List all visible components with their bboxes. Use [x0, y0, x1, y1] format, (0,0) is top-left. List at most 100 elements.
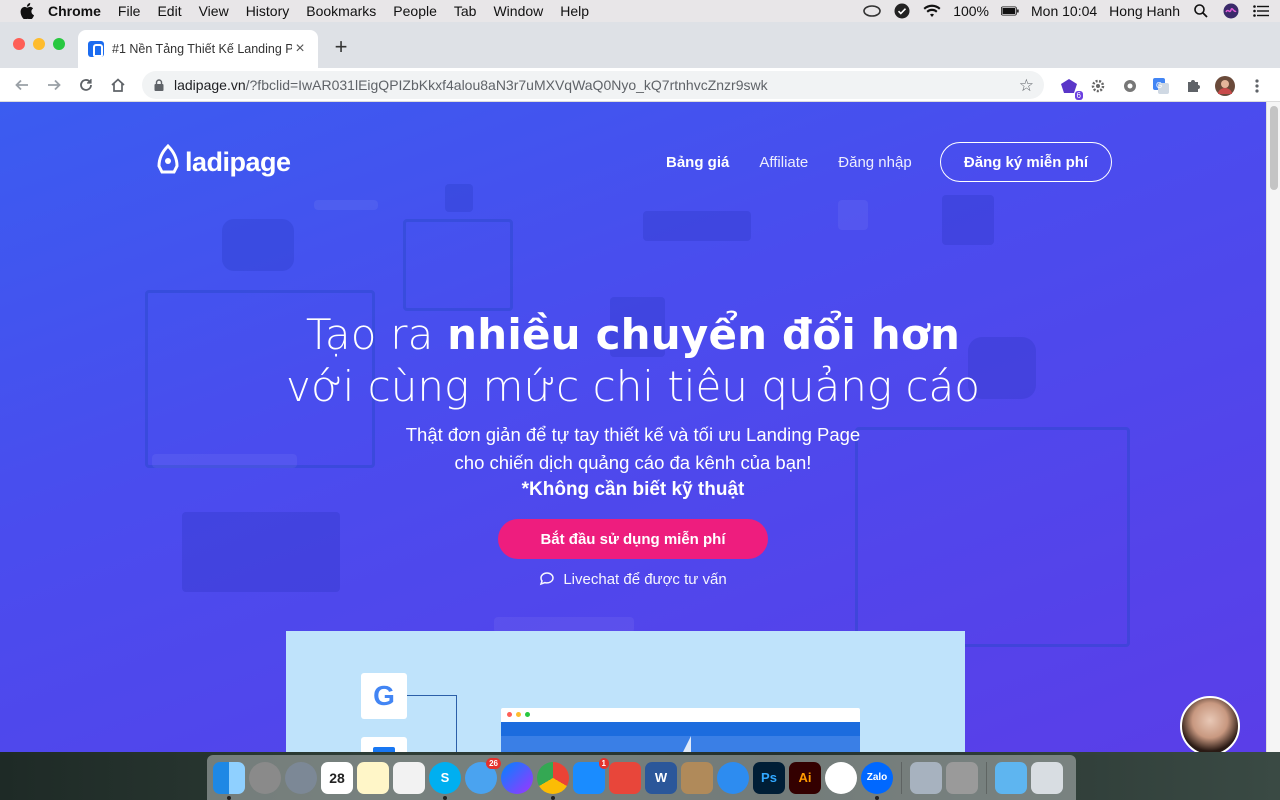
- google-logo-icon: G: [373, 680, 395, 711]
- menu-edit[interactable]: Edit: [157, 3, 181, 19]
- spotlight-search-icon[interactable]: [1192, 4, 1210, 18]
- messages-icon[interactable]: 26: [465, 757, 501, 794]
- trash-icon[interactable]: [1031, 761, 1063, 794]
- flow-connector: [407, 695, 457, 752]
- hero-headline-line1: Tạo ra nhiều chuyển đổi hơn: [0, 310, 1266, 359]
- hero-headline-line2: với cùng mức chi tiêu quảng cáo: [285, 362, 980, 411]
- clock[interactable]: Mon 10:04: [1031, 3, 1097, 19]
- menu-window[interactable]: Window: [493, 3, 543, 19]
- chat-support-avatar[interactable]: [1180, 696, 1240, 752]
- close-window-button[interactable]: [13, 38, 25, 50]
- ladipage-landing: ladipage Bảng giá Affiliate Đăng nhập Đă…: [0, 102, 1266, 752]
- signup-button[interactable]: Đăng ký miễn phí: [940, 142, 1112, 182]
- ladipage-logo[interactable]: ladipage: [155, 144, 291, 180]
- safari-icon[interactable]: [717, 761, 749, 794]
- tab-ladipage[interactable]: #1 Nền Tảng Thiết Kế Landing P ×: [78, 30, 318, 68]
- forward-button[interactable]: [44, 75, 64, 95]
- zalo-label: Zalo: [866, 772, 888, 783]
- logo-text: ladipage: [185, 146, 291, 177]
- music-icon[interactable]: [825, 761, 857, 794]
- menu-file[interactable]: File: [118, 3, 141, 19]
- menu-people[interactable]: People: [393, 3, 437, 19]
- chrome-menu-icon[interactable]: [1246, 75, 1268, 97]
- site-nav: Bảng giá Affiliate Đăng nhập Đăng ký miễ…: [666, 142, 1112, 182]
- livechat-link[interactable]: Livechat để được tư vấn: [0, 571, 1266, 588]
- photoshop-label: Ps: [761, 770, 777, 785]
- skype-icon[interactable]: S: [429, 761, 461, 800]
- menu-view[interactable]: View: [199, 3, 229, 19]
- scrollbar-thumb[interactable]: [1270, 106, 1278, 190]
- creative-cloud-icon[interactable]: [863, 4, 881, 18]
- back-button[interactable]: [12, 75, 32, 95]
- livechat-text: Livechat để được tư vấn: [563, 571, 727, 588]
- check-circle-icon[interactable]: [893, 3, 911, 19]
- notes-icon[interactable]: [357, 761, 389, 794]
- zoom-window-button[interactable]: [53, 38, 65, 50]
- ladipage-favicon-icon: [88, 41, 104, 57]
- siri-icon[interactable]: [1222, 3, 1240, 19]
- launchpad-icon[interactable]: [285, 761, 317, 794]
- mockup-window-dots: [507, 712, 530, 717]
- nav-login[interactable]: Đăng nhập: [838, 154, 911, 171]
- extension-gear-icon[interactable]: [1087, 75, 1109, 97]
- user-name[interactable]: Hong Hanh: [1109, 3, 1180, 19]
- photoshop-icon[interactable]: Ps: [753, 761, 785, 794]
- extensions-puzzle-icon[interactable]: [1182, 75, 1204, 97]
- headline-bold: nhiều chuyển đổi hơn: [447, 310, 961, 359]
- menu-bookmarks[interactable]: Bookmarks: [306, 3, 376, 19]
- chrome-icon[interactable]: [537, 761, 569, 800]
- extension-pentagon-icon[interactable]: [1058, 75, 1084, 100]
- new-tab-button[interactable]: +: [330, 36, 352, 58]
- nav-affiliate[interactable]: Affiliate: [759, 154, 808, 171]
- hero-subtitle-line2: cho chiến dịch quảng cáo đa kênh của bạn…: [454, 452, 812, 473]
- extension-settings-icon[interactable]: [1119, 75, 1141, 97]
- menu-help[interactable]: Help: [560, 3, 589, 19]
- bookmark-star-icon[interactable]: ☆: [1019, 76, 1034, 96]
- app-store-icon[interactable]: 1: [573, 757, 609, 794]
- skype-label: S: [440, 770, 450, 785]
- tab-close-icon[interactable]: ×: [292, 40, 308, 58]
- menu-app-name[interactable]: Chrome: [48, 3, 101, 19]
- illustrator-icon[interactable]: Ai: [789, 761, 821, 794]
- lock-icon[interactable]: [154, 79, 164, 91]
- nav-pricing[interactable]: Bảng giá: [666, 154, 729, 171]
- battery-icon[interactable]: [1001, 4, 1019, 18]
- profile-avatar-icon[interactable]: [1214, 75, 1236, 97]
- menu-tab[interactable]: Tab: [454, 3, 477, 19]
- google-translate-icon[interactable]: G: [1150, 75, 1172, 97]
- minimize-window-button[interactable]: [33, 38, 45, 50]
- notification-center-icon[interactable]: [1252, 4, 1270, 18]
- word-label: W: [654, 770, 668, 785]
- window-controls: [13, 38, 65, 50]
- wifi-icon[interactable]: [923, 4, 941, 18]
- messages-badge: 26: [486, 757, 501, 769]
- battery-percent: 100%: [953, 3, 989, 19]
- calendar-icon[interactable]: 28: [321, 761, 353, 794]
- url-path: /?fbclid=IwAR031lEigQPIZbKkxf4alou8aN3r7…: [245, 77, 768, 93]
- downloads-folder-icon[interactable]: [995, 761, 1027, 794]
- menu-history[interactable]: History: [246, 3, 290, 19]
- calculator-icon[interactable]: [946, 761, 978, 794]
- contacts-icon[interactable]: [681, 761, 713, 794]
- reload-button[interactable]: [76, 75, 96, 95]
- home-button[interactable]: [108, 75, 128, 95]
- zalo-icon[interactable]: Zalo: [861, 761, 893, 800]
- preview-icon[interactable]: [910, 761, 942, 794]
- word-icon[interactable]: W: [645, 761, 677, 794]
- url-host: ladipage.vn: [174, 77, 246, 93]
- address-bar[interactable]: ladipage.vn/?fbclid=IwAR031lEigQPIZbKkxf…: [142, 71, 1044, 99]
- start-free-button[interactable]: Bắt đầu sử dụng miễn phí: [498, 519, 768, 559]
- chrome-window: #1 Nền Tảng Thiết Kế Landing P × + ladip…: [0, 22, 1280, 752]
- mockup-hero-band: [501, 736, 860, 752]
- page-scrollbar[interactable]: [1266, 102, 1280, 752]
- youtube-bg-icon: [222, 219, 294, 271]
- dock-separator: [901, 761, 902, 794]
- messenger-icon[interactable]: [501, 761, 533, 794]
- system-preferences-icon[interactable]: [249, 761, 281, 794]
- apple-menu-icon[interactable]: [20, 3, 34, 19]
- xmind-icon[interactable]: [609, 761, 641, 794]
- reminders-icon[interactable]: [393, 761, 425, 794]
- app-store-badge: 1: [598, 757, 609, 769]
- finder-icon[interactable]: [213, 761, 245, 800]
- google-card: G: [361, 673, 407, 719]
